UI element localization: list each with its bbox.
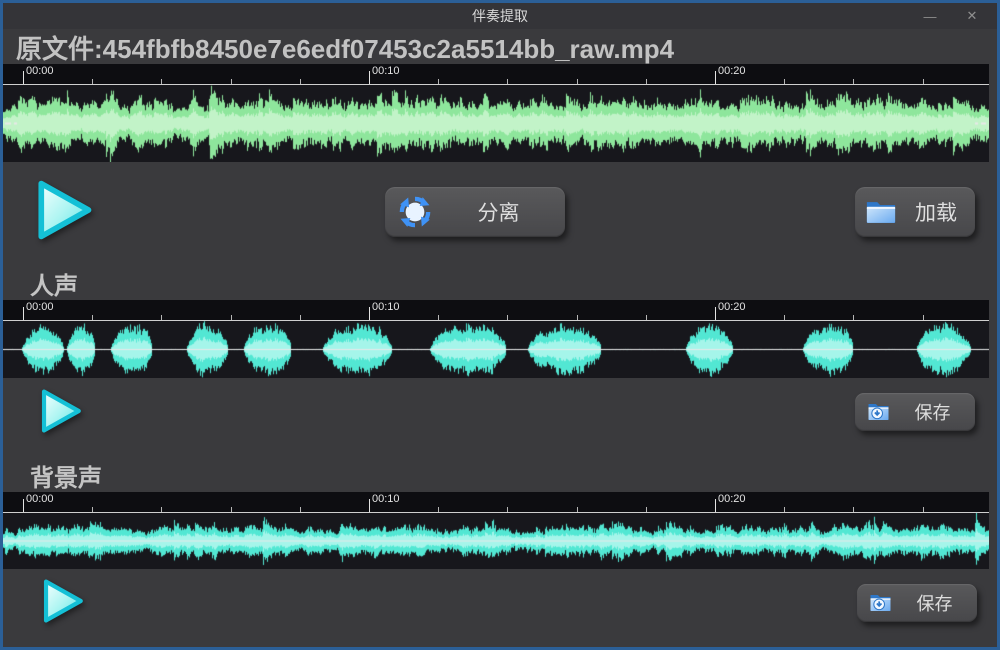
waveform-vocals[interactable] xyxy=(3,321,989,378)
folder-download-icon xyxy=(869,593,892,613)
save-button-label: 保存 xyxy=(892,590,977,616)
play-icon xyxy=(41,184,88,237)
app-window: 伴奏提取 — ✕ 原文件:454fbfb8450e7e6edf07453c2a5… xyxy=(0,0,1000,650)
waveform-panel-vocals: 00:0000:1000:20 xyxy=(3,300,989,378)
play-button-vocals[interactable] xyxy=(35,386,85,436)
close-button[interactable]: ✕ xyxy=(951,3,993,29)
timeline-ruler-background[interactable]: 00:0000:1000:20 xyxy=(3,492,989,513)
track-label-background: 背景声 xyxy=(30,458,102,493)
save-button-background[interactable]: 保存 xyxy=(857,584,977,622)
track-label-vocals: 人声 xyxy=(30,266,78,301)
load-button-label: 加载 xyxy=(897,197,975,227)
play-icon xyxy=(44,392,79,431)
window-controls: — ✕ xyxy=(909,3,993,29)
waveform-original[interactable] xyxy=(3,85,989,162)
window-title: 伴奏提取 xyxy=(472,6,528,26)
minimize-button[interactable]: — xyxy=(909,3,951,29)
waveform-panel-original: 00:0000:1000:20 xyxy=(3,64,989,162)
sync-icon xyxy=(398,195,432,229)
timeline-ruler-original[interactable]: 00:0000:1000:20 xyxy=(3,64,989,85)
play-icon xyxy=(46,582,81,621)
waveform-panel-background: 00:0000:1000:20 xyxy=(3,492,989,569)
main-content: 原文件:454fbfb8450e7e6edf07453c2a5514bb_raw… xyxy=(3,29,997,647)
load-button[interactable]: 加载 xyxy=(855,187,975,237)
source-file-label: 原文件:454fbfb8450e7e6edf07453c2a5514bb_raw… xyxy=(16,29,674,66)
titlebar: 伴奏提取 — ✕ xyxy=(3,3,997,29)
separate-button[interactable]: 分离 xyxy=(385,187,565,237)
save-button-vocals[interactable]: 保存 xyxy=(855,393,975,431)
save-button-label: 保存 xyxy=(890,399,975,425)
waveform-background[interactable] xyxy=(3,513,989,569)
folder-download-icon xyxy=(867,402,890,422)
folder-open-icon xyxy=(865,199,897,226)
separate-button-label: 分离 xyxy=(432,197,565,227)
play-button-original[interactable] xyxy=(29,176,97,244)
play-button-background[interactable] xyxy=(37,576,87,626)
timeline-ruler-vocals[interactable]: 00:0000:1000:20 xyxy=(3,300,989,321)
